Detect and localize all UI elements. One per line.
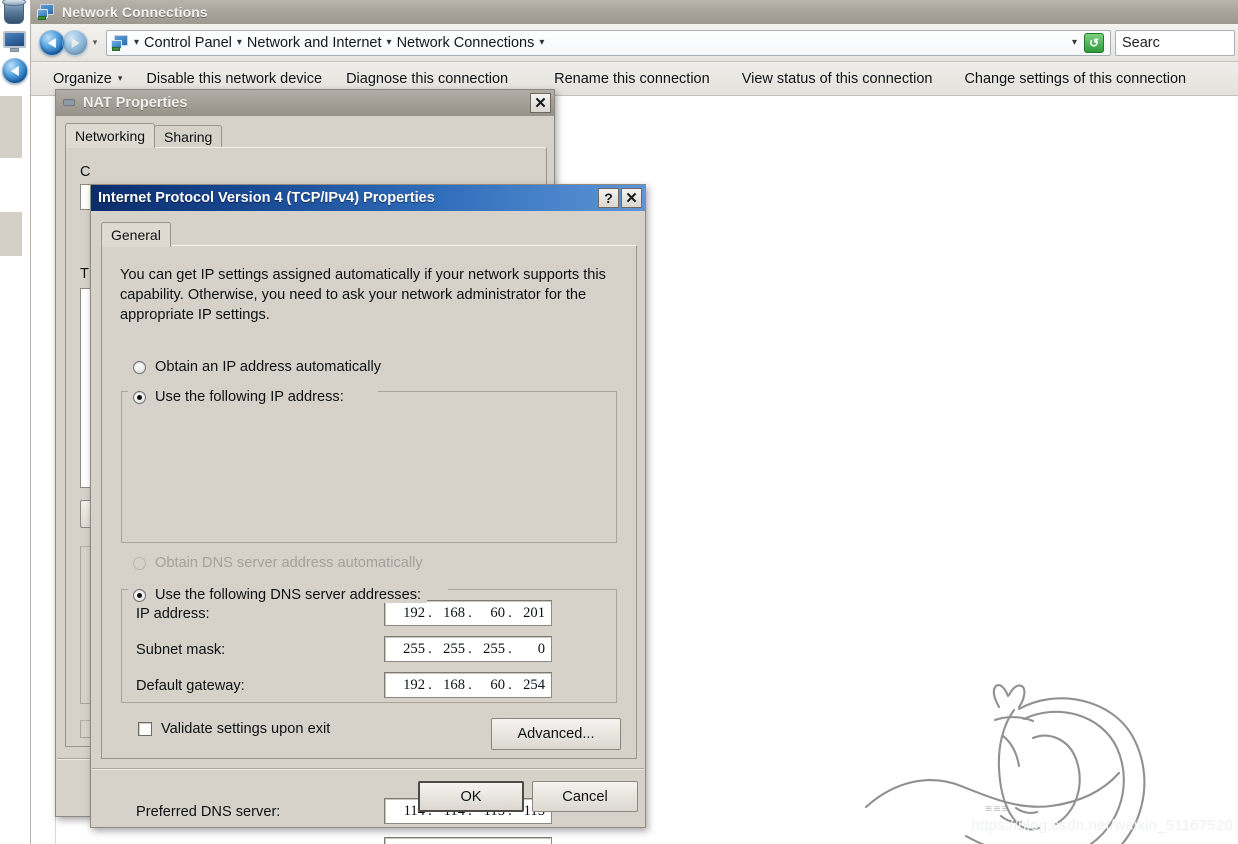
recycle-bin-icon[interactable] xyxy=(2,0,28,26)
explorer-navigation-pane xyxy=(31,96,56,844)
radio-use-following-ip-label: Use the following IP address: xyxy=(155,389,344,405)
address-dropdown-icon[interactable]: ▾ xyxy=(1071,37,1078,48)
tab-general-label: General xyxy=(111,227,161,243)
close-icon[interactable]: ✕ xyxy=(621,188,642,208)
toolbar-organize-label: Organize xyxy=(53,70,112,87)
nat-items-label: T xyxy=(80,266,89,282)
radio-use-following-ip[interactable]: Use the following IP address: xyxy=(133,389,350,405)
breadcrumb-separator-2[interactable]: ▾ xyxy=(386,37,393,48)
checkbox-icon[interactable] xyxy=(138,722,152,736)
desktop-icon-strip xyxy=(0,0,30,844)
network-connections-icon xyxy=(37,4,55,20)
toolbar-rename[interactable]: Rename this connection xyxy=(542,65,722,93)
advanced-button[interactable]: Advanced... xyxy=(491,718,621,750)
toolbar-change-settings-label: Change settings of this connection xyxy=(964,70,1187,87)
radio-button-icon xyxy=(133,390,146,404)
tcpip-tab-strip: General xyxy=(101,221,637,247)
cancel-button[interactable]: Cancel xyxy=(532,781,638,812)
breadcrumb[interactable]: ▾ Control Panel ▾ Network and Internet ▾… xyxy=(106,29,1111,56)
ok-button-label: OK xyxy=(460,788,482,805)
network-adapter-icon xyxy=(63,97,77,109)
explorer-title-bar: Network Connections xyxy=(31,0,1238,24)
radio-use-following-dns[interactable]: Use the following DNS server addresses: xyxy=(133,587,428,603)
tcpip-dialog-title: Internet Protocol Version 4 (TCP/IPv4) P… xyxy=(98,190,435,206)
toolbar-view-status-label: View status of this connection xyxy=(741,70,933,87)
nat-tab-strip: Networking Sharing xyxy=(65,123,547,148)
validate-settings-checkbox-row[interactable]: Validate settings upon exit xyxy=(138,721,330,737)
window-edge-sliver-1 xyxy=(0,96,22,158)
radio-obtain-ip-automatically-label: Obtain an IP address automatically xyxy=(155,359,382,375)
radio-obtain-dns-automatically[interactable]: Obtain DNS server address automatically xyxy=(133,555,423,571)
toolbar-change-settings[interactable]: Change settings of this connection xyxy=(952,65,1198,93)
forward-arrow-icon[interactable] xyxy=(62,29,88,56)
radio-use-following-dns-label: Use the following DNS server addresses: xyxy=(155,587,422,603)
tab-general[interactable]: General xyxy=(101,222,171,247)
alternate-dns-input[interactable]: 8 . 8 . 8 . 8 xyxy=(384,837,552,844)
ok-button[interactable]: OK xyxy=(418,781,524,812)
breadcrumb-item-0[interactable]: Control Panel xyxy=(144,35,232,51)
close-icon[interactable]: ✕ xyxy=(530,93,551,113)
blog-watermark: https://blog.csdn.net/weixin_51167520 xyxy=(971,817,1233,834)
tab-networking-label: Networking xyxy=(75,128,146,144)
advanced-button-label: Advanced... xyxy=(517,726,595,742)
nat-connect-label: C xyxy=(80,164,91,180)
nat-dialog-title: NAT Properties xyxy=(83,95,188,111)
breadcrumb-location-icon xyxy=(111,34,129,51)
breadcrumb-separator-1[interactable]: ▾ xyxy=(236,37,243,48)
radio-button-icon xyxy=(133,360,146,374)
toolbar-diagnose-label: Diagnose this connection xyxy=(346,70,509,87)
radio-obtain-dns-automatically-label: Obtain DNS server address automatically xyxy=(155,555,423,571)
back-navigation-icon[interactable] xyxy=(2,58,28,84)
tab-sharing[interactable]: Sharing xyxy=(154,125,223,148)
tcpip-intro-text: You can get IP settings assigned automat… xyxy=(120,267,606,323)
radio-button-icon xyxy=(133,588,146,602)
search-input[interactable]: Searc xyxy=(1115,29,1235,56)
tab-networking[interactable]: Networking xyxy=(65,123,156,148)
tcpip-properties-dialog: Internet Protocol Version 4 (TCP/IPv4) P… xyxy=(90,184,646,844)
help-icon[interactable]: ? xyxy=(598,188,619,208)
ip-settings-fieldset xyxy=(121,391,617,543)
nat-dialog-title-bar: NAT Properties ✕ xyxy=(56,90,554,116)
refresh-icon[interactable]: ↺ xyxy=(1084,32,1104,53)
chevron-down-icon: ▾ xyxy=(117,73,123,83)
preferred-dns-label: Preferred DNS server: xyxy=(136,804,281,820)
window-edge-sliver-2 xyxy=(0,212,22,256)
toolbar-disable-device-label: Disable this network device xyxy=(146,70,323,87)
explorer-address-bar: ▾ ▾ Control Panel ▾ Network and Internet… xyxy=(31,24,1238,62)
breadcrumb-item-1[interactable]: Network and Internet xyxy=(247,35,382,51)
validate-settings-label: Validate settings upon exit xyxy=(161,721,331,737)
chevron-down-icon[interactable]: ▾ xyxy=(88,30,102,56)
svg-text:≡≡≡: ≡≡≡ xyxy=(985,801,1010,816)
radio-obtain-ip-automatically[interactable]: Obtain an IP address automatically xyxy=(133,359,381,375)
explorer-title: Network Connections xyxy=(62,4,208,20)
dialog-footer-separator xyxy=(92,768,644,769)
toolbar-rename-label: Rename this connection xyxy=(554,70,710,87)
screen: Network Connections ▾ ▾ Control Panel ▾ … xyxy=(0,0,1238,844)
breadcrumb-separator-3[interactable]: ▾ xyxy=(538,37,545,48)
tab-sharing-label: Sharing xyxy=(164,129,213,145)
breadcrumb-separator-0[interactable]: ▾ xyxy=(133,37,140,48)
tcpip-dialog-title-bar: Internet Protocol Version 4 (TCP/IPv4) P… xyxy=(91,185,645,211)
cancel-button-label: Cancel xyxy=(562,788,608,805)
radio-button-icon xyxy=(133,556,146,570)
toolbar-view-status[interactable]: View status of this connection xyxy=(730,65,945,93)
search-input-value: Searc xyxy=(1122,34,1160,51)
navigation-buttons: ▾ xyxy=(35,29,102,56)
dns-settings-fieldset xyxy=(121,589,617,703)
computer-monitor-icon[interactable] xyxy=(2,28,28,54)
breadcrumb-item-2[interactable]: Network Connections xyxy=(397,35,535,51)
